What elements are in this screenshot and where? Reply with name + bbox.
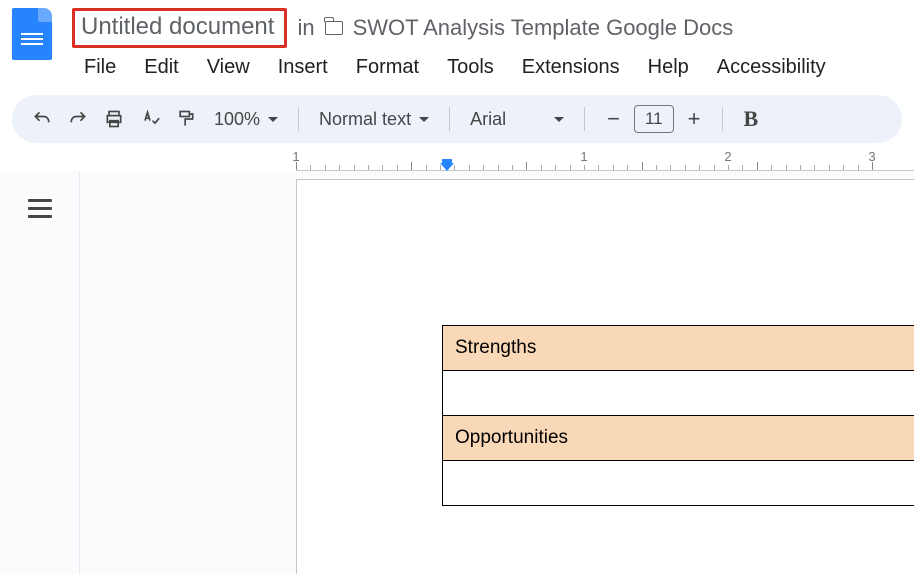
ruler-tick: [714, 165, 715, 170]
ruler-tick: [512, 165, 513, 170]
ruler-tick: [613, 165, 614, 170]
ruler-tick: [310, 165, 311, 170]
font-dropdown[interactable]: Arial: [462, 109, 572, 130]
ruler-tick: [642, 162, 643, 170]
menu-format[interactable]: Format: [344, 52, 431, 83]
ruler-tick: [814, 165, 815, 170]
style-value: Normal text: [319, 109, 411, 130]
font-value: Arial: [470, 109, 506, 130]
table-row[interactable]: Strengths: [443, 326, 914, 371]
table-cell[interactable]: [443, 461, 914, 506]
paragraph-style-dropdown[interactable]: Normal text: [311, 109, 437, 130]
ruler-tick: [656, 165, 657, 170]
ruler-tick: [685, 165, 686, 170]
ruler-tick: [670, 165, 671, 170]
document-canvas[interactable]: Strengths Opportunities: [80, 171, 914, 574]
spellcheck-button[interactable]: [134, 103, 166, 135]
ruler-tick: [757, 162, 758, 170]
ruler-number: 1: [580, 149, 587, 164]
ruler-tick: [411, 162, 412, 170]
menu-tools[interactable]: Tools: [435, 52, 506, 83]
menu-help[interactable]: Help: [636, 52, 701, 83]
ruler-tick: [454, 165, 455, 170]
table-cell[interactable]: [443, 371, 914, 416]
menu-accessibility[interactable]: Accessibility: [705, 52, 838, 83]
ruler-tick: [742, 165, 743, 170]
ruler-tick: [627, 165, 628, 170]
ruler-tick: [382, 165, 383, 170]
ruler-tick: [339, 165, 340, 170]
ruler-number: 3: [868, 149, 875, 164]
ruler-number: 1: [292, 149, 299, 164]
ruler-tick: [426, 165, 427, 170]
print-button[interactable]: [98, 103, 130, 135]
table-row[interactable]: [443, 461, 914, 506]
ruler-tick: [786, 165, 787, 170]
document-title-input[interactable]: Untitled document: [72, 8, 287, 48]
page[interactable]: Strengths Opportunities: [296, 179, 914, 574]
ruler-tick: [368, 165, 369, 170]
chevron-down-icon: [554, 117, 564, 122]
table-cell[interactable]: Strengths: [443, 326, 914, 371]
font-size-decrease-button[interactable]: −: [597, 106, 630, 132]
ruler-tick: [728, 165, 729, 170]
ruler-tick: [555, 165, 556, 170]
ruler-tick: [858, 165, 859, 170]
menu-edit[interactable]: Edit: [132, 52, 190, 83]
table-cell[interactable]: Opportunities: [443, 416, 914, 461]
menu-insert[interactable]: Insert: [266, 52, 340, 83]
chevron-down-icon: [268, 117, 278, 122]
folder-name[interactable]: SWOT Analysis Template Google Docs: [353, 15, 734, 41]
toolbar: 100% Normal text Arial − 11 + B: [12, 95, 902, 143]
zoom-dropdown[interactable]: 100%: [206, 109, 286, 130]
indent-marker-icon[interactable]: [440, 163, 454, 171]
ruler-tick: [829, 165, 830, 170]
docs-logo-icon[interactable]: [12, 8, 52, 60]
ruler-tick: [541, 165, 542, 170]
paint-format-button[interactable]: [170, 103, 202, 135]
ruler-number: 2: [724, 149, 731, 164]
ruler-tick: [570, 165, 571, 170]
ruler-tick: [469, 165, 470, 170]
app-header: Untitled document in SWOT Analysis Templ…: [0, 0, 914, 83]
ruler-tick: [584, 165, 585, 170]
ruler-tick: [440, 165, 441, 170]
ruler-tick: [325, 165, 326, 170]
swot-table[interactable]: Strengths Opportunities: [442, 325, 914, 506]
bold-button[interactable]: B: [735, 106, 766, 132]
document-outline-button[interactable]: [28, 199, 52, 574]
table-row[interactable]: [443, 371, 914, 416]
ruler-tick: [771, 165, 772, 170]
folder-icon[interactable]: [325, 21, 343, 35]
ruler-tick: [498, 165, 499, 170]
font-size-increase-button[interactable]: +: [678, 106, 711, 132]
in-label: in: [297, 15, 314, 41]
ruler-tick: [843, 165, 844, 170]
ruler-tick: [598, 165, 599, 170]
ruler-tick: [397, 165, 398, 170]
ruler-tick: [354, 165, 355, 170]
horizontal-ruler[interactable]: 1123: [296, 151, 914, 171]
ruler-tick: [526, 162, 527, 170]
ruler-tick: [800, 165, 801, 170]
ruler-tick: [699, 165, 700, 170]
ruler-tick: [483, 165, 484, 170]
menubar: FileEditViewInsertFormatToolsExtensionsH…: [72, 52, 902, 83]
undo-button[interactable]: [26, 103, 58, 135]
font-size-input[interactable]: 11: [634, 105, 674, 133]
chevron-down-icon: [419, 117, 429, 122]
left-sidebar: [0, 171, 80, 574]
menu-file[interactable]: File: [72, 52, 128, 83]
menu-extensions[interactable]: Extensions: [510, 52, 632, 83]
redo-button[interactable]: [62, 103, 94, 135]
table-row[interactable]: Opportunities: [443, 416, 914, 461]
menu-view[interactable]: View: [195, 52, 262, 83]
zoom-value: 100%: [214, 109, 260, 130]
